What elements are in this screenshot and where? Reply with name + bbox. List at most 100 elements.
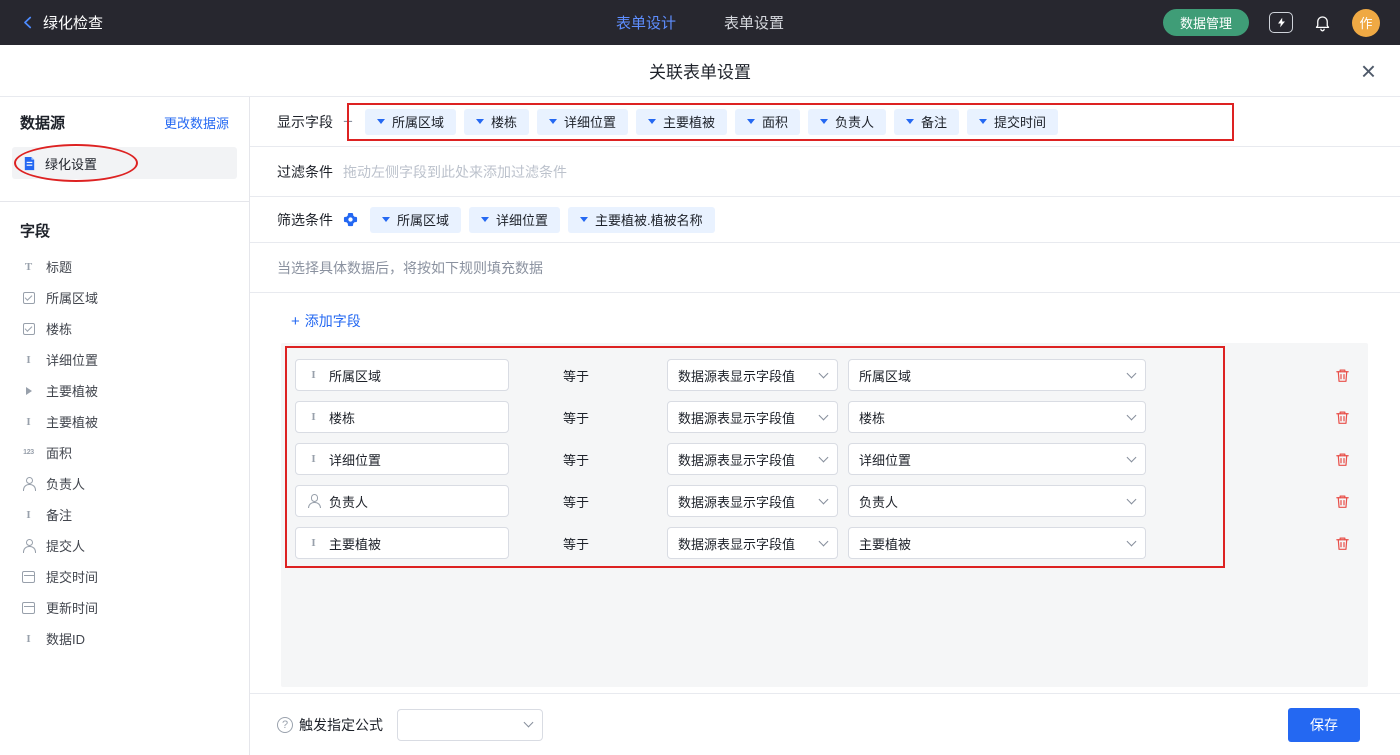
rule-source-select[interactable]: 数据源表显示字段值	[667, 485, 838, 517]
chevron-down-icon	[820, 119, 828, 124]
delete-rule-button[interactable]	[1331, 406, 1354, 429]
trash-icon	[1335, 536, 1350, 551]
chevron-down-icon	[1127, 494, 1137, 504]
rule-value-select[interactable]: 楼栋	[848, 401, 1146, 433]
field-chip[interactable]: 主要植被	[636, 109, 727, 135]
chevron-down-icon	[476, 119, 484, 124]
rule-operator: 等于	[563, 366, 595, 385]
close-icon[interactable]: ×	[1361, 58, 1376, 84]
field-label: 提交人	[46, 536, 85, 555]
field-type-icon	[21, 290, 36, 305]
rule-value-select[interactable]: 主要植被	[848, 527, 1146, 559]
field-type-icon	[21, 383, 36, 398]
screen-condition-settings-button[interactable]	[343, 212, 358, 227]
chevron-down-icon	[377, 119, 385, 124]
rule-source-select[interactable]: 数据源表显示字段值	[667, 527, 838, 559]
field-list-item[interactable]: 所属区域	[0, 282, 249, 313]
field-type-icon	[21, 321, 36, 336]
rule-source-select[interactable]: 数据源表显示字段值	[667, 359, 838, 391]
plus-icon: +	[291, 314, 300, 329]
datasource-item[interactable]: 绿化设置	[12, 147, 237, 179]
rule-operator: 等于	[563, 450, 595, 469]
field-list-item[interactable]: 更新时间	[0, 592, 249, 623]
rule-source-select[interactable]: 数据源表显示字段值	[667, 401, 838, 433]
chip-label: 楼栋	[491, 112, 517, 131]
back-button[interactable]: 绿化检查	[20, 12, 103, 33]
chevron-down-icon	[979, 119, 987, 124]
dialog-title: 关联表单设置	[649, 58, 751, 83]
field-chip[interactable]: 详细位置	[537, 109, 628, 135]
field-type-icon	[21, 600, 36, 615]
field-list-item[interactable]: 主要植被	[0, 406, 249, 437]
field-chip[interactable]: 负责人	[808, 109, 886, 135]
field-list-item[interactable]: 标题	[0, 251, 249, 282]
fill-rule-hint-row: 当选择具体数据后，将按如下规则填充数据	[250, 243, 1400, 293]
chevron-down-icon	[481, 217, 489, 222]
field-chip[interactable]: 所属区域	[370, 207, 461, 233]
rule-field-input[interactable]: 主要植被	[295, 527, 509, 559]
field-list-item[interactable]: 备注	[0, 499, 249, 530]
rule-operator: 等于	[563, 492, 595, 511]
rule-field-input[interactable]: 负责人	[295, 485, 509, 517]
app-root: 绿化检查 表单设计 表单设置 数据管理 作 关联表单设置 ×	[0, 0, 1400, 755]
field-chip[interactable]: 备注	[894, 109, 959, 135]
field-label: 数据ID	[46, 629, 85, 648]
field-chip[interactable]: 面积	[735, 109, 800, 135]
screen-condition-chips: 所属区域 详细位置 主要植被.植被名称	[370, 207, 715, 233]
add-display-field-button[interactable]: +	[343, 113, 353, 130]
avatar[interactable]: 作	[1352, 9, 1380, 37]
rule-value-select[interactable]: 所属区域	[848, 359, 1146, 391]
chip-label: 面积	[762, 112, 788, 131]
rule-value-select[interactable]: 负责人	[848, 485, 1146, 517]
field-type-icon	[21, 445, 36, 460]
tab-form-design[interactable]: 表单设计	[616, 12, 676, 33]
field-list-item[interactable]: 楼栋	[0, 313, 249, 344]
fill-rule-hint: 当选择具体数据后，将按如下规则填充数据	[277, 258, 543, 278]
filter-dropzone[interactable]: 拖动左侧字段到此处来添加过滤条件	[343, 162, 1376, 182]
field-chip[interactable]: 提交时间	[967, 109, 1058, 135]
rule-field-input[interactable]: 详细位置	[295, 443, 509, 475]
field-type-icon	[21, 538, 36, 553]
save-button[interactable]: 保存	[1288, 708, 1360, 742]
field-list-item[interactable]: 数据ID	[0, 623, 249, 654]
field-list-item[interactable]: 提交人	[0, 530, 249, 561]
change-datasource-link[interactable]: 更改数据源	[164, 113, 229, 132]
formula-select[interactable]	[397, 709, 543, 741]
chevron-down-icon	[819, 536, 829, 546]
chevron-down-icon	[819, 410, 829, 420]
field-list-item[interactable]: 主要植被	[0, 375, 249, 406]
field-type-icon	[21, 569, 36, 584]
topbar: 绿化检查 表单设计 表单设置 数据管理 作	[0, 0, 1400, 45]
field-list-item[interactable]: 负责人	[0, 468, 249, 499]
rule-source-select[interactable]: 数据源表显示字段值	[667, 443, 838, 475]
field-chip[interactable]: 主要植被.植被名称	[568, 207, 715, 233]
rule-operator: 等于	[563, 408, 595, 427]
tab-form-settings[interactable]: 表单设置	[724, 12, 784, 33]
chip-label: 所属区域	[392, 112, 444, 131]
rule-field-input[interactable]: 楼栋	[295, 401, 509, 433]
delete-rule-button[interactable]	[1331, 448, 1354, 471]
field-type-icon	[306, 410, 321, 425]
display-fields-row: 显示字段 + 所属区域 楼栋 详细位置 主要植被 面积 负责人 备注 提交时间	[250, 97, 1400, 147]
notifications-button[interactable]	[1313, 13, 1332, 32]
data-manage-button[interactable]: 数据管理	[1163, 9, 1249, 36]
field-chip[interactable]: 楼栋	[464, 109, 529, 135]
add-field-button[interactable]: + 添加字段	[291, 311, 361, 331]
back-label: 绿化检查	[43, 12, 103, 33]
rule-source-value: 数据源表显示字段值	[678, 366, 795, 385]
field-list-item[interactable]: 面积	[0, 437, 249, 468]
quick-action-button[interactable]	[1269, 12, 1293, 33]
delete-rule-button[interactable]	[1331, 364, 1354, 387]
rule-value-select[interactable]: 详细位置	[848, 443, 1146, 475]
field-chip[interactable]: 详细位置	[469, 207, 560, 233]
rule-value-text: 负责人	[859, 492, 898, 511]
delete-rule-button[interactable]	[1331, 532, 1354, 555]
help-icon[interactable]: ?	[277, 717, 293, 733]
rule-field-input[interactable]: 所属区域	[295, 359, 509, 391]
field-label: 备注	[46, 505, 72, 524]
delete-rule-button[interactable]	[1331, 490, 1354, 513]
field-chip[interactable]: 所属区域	[365, 109, 456, 135]
field-list-item[interactable]: 提交时间	[0, 561, 249, 592]
field-label: 标题	[46, 257, 72, 276]
field-list-item[interactable]: 详细位置	[0, 344, 249, 375]
